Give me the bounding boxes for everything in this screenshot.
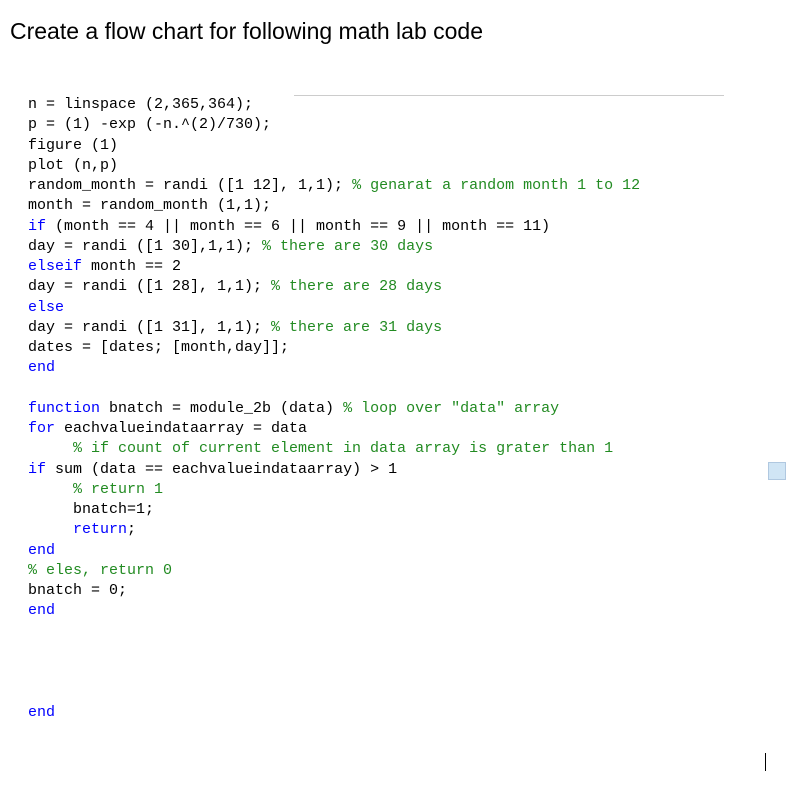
code-block-1: n = linspace (2,365,364); p = (1) -exp (… [28, 95, 782, 723]
document-title: Create a flow chart for following math l… [10, 18, 782, 45]
text-cursor [765, 753, 766, 771]
info-badge [768, 462, 786, 480]
divider-line [294, 94, 724, 96]
